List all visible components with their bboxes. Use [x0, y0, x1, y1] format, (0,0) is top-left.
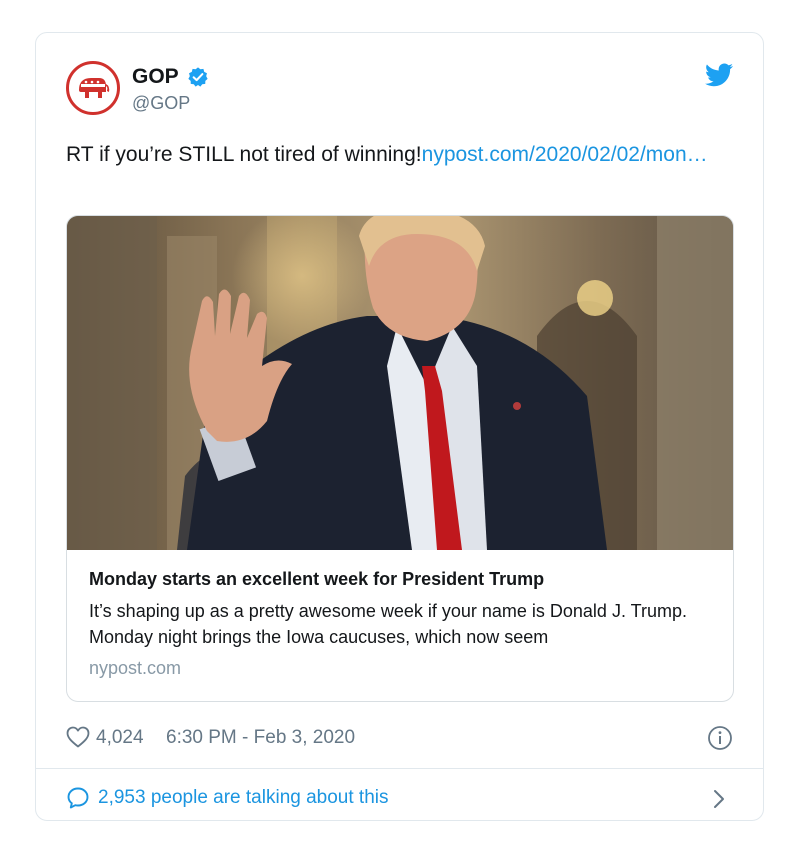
link-preview-card[interactable]: Monday starts an excellent week for Pres… [66, 215, 734, 702]
link-card-body: Monday starts an excellent week for Pres… [89, 566, 715, 679]
tweet-body: RT if you’re STILL not tired of winning! [66, 143, 422, 166]
verified-badge-icon [188, 67, 208, 87]
name-block: GOP @GOP [132, 65, 209, 114]
handle[interactable]: @GOP [132, 93, 209, 114]
preview-photo-illustration [67, 216, 733, 550]
reply-bubble-icon [67, 787, 89, 809]
talking-about-text[interactable]: 2,953 people are talking about this [98, 787, 389, 809]
tweet-header: GOP @GOP [66, 61, 733, 121]
tweet-link[interactable]: nypost.com/2020/02/02/mon… [422, 143, 708, 166]
link-card-description: It’s shaping up as a pretty awesome week… [89, 601, 687, 647]
link-preview-image[interactable] [67, 216, 733, 550]
display-name[interactable]: GOP [132, 65, 179, 89]
link-card-domain: nypost.com [89, 658, 182, 678]
tweet-meta: 4,024 6:30 PM - Feb 3, 2020 [66, 723, 733, 753]
talking-about-link[interactable]: 2,953 people are talking about this [66, 783, 733, 813]
heart-icon[interactable] [66, 726, 90, 748]
tweet-card: GOP @GOP RT if you’re STILL not tired of… [35, 32, 764, 821]
twitter-bird-icon[interactable] [705, 63, 733, 87]
chevron-right-icon[interactable] [713, 789, 725, 809]
divider [36, 768, 763, 769]
info-icon[interactable] [707, 725, 733, 751]
like-count[interactable]: 4,024 [96, 727, 144, 749]
tweet-text: RT if you’re STILL not tired of winning!… [66, 138, 726, 171]
timestamp[interactable]: 6:30 PM - Feb 3, 2020 [166, 727, 355, 749]
link-card-title[interactable]: Monday starts an excellent week for Pres… [89, 566, 715, 592]
avatar[interactable] [66, 61, 120, 115]
elephant-logo-icon [79, 78, 110, 98]
